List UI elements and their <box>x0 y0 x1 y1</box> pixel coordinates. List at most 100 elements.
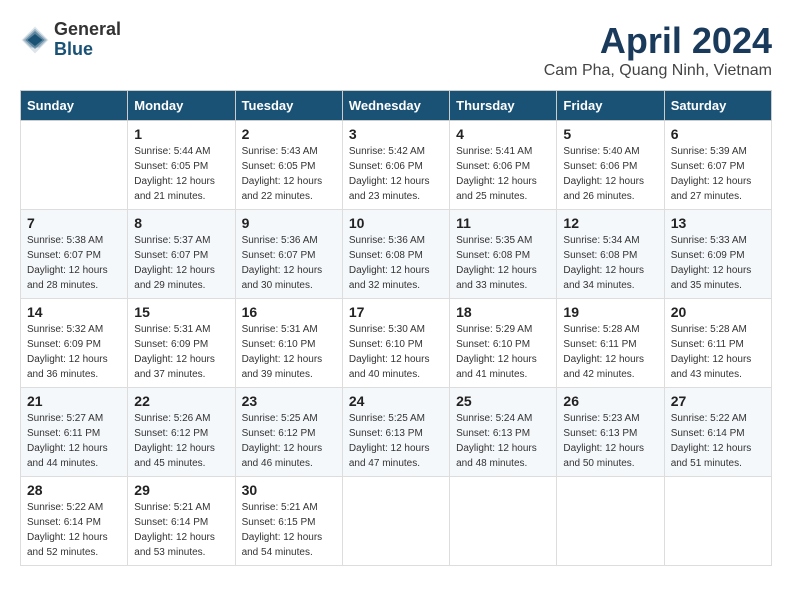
calendar-day-cell: 28 Sunrise: 5:22 AM Sunset: 6:14 PM Dayl… <box>21 477 128 566</box>
calendar-day-cell: 18 Sunrise: 5:29 AM Sunset: 6:10 PM Dayl… <box>450 299 557 388</box>
calendar-day-cell: 22 Sunrise: 5:26 AM Sunset: 6:12 PM Dayl… <box>128 388 235 477</box>
day-number: 8 <box>134 215 228 231</box>
sunrise: Sunrise: 5:41 AM <box>456 146 532 157</box>
sunset: Sunset: 6:08 PM <box>563 250 637 261</box>
daylight: Daylight: 12 hours and 51 minutes. <box>671 443 752 469</box>
calendar-day-cell: 4 Sunrise: 5:41 AM Sunset: 6:06 PM Dayli… <box>450 121 557 210</box>
daylight: Daylight: 12 hours and 34 minutes. <box>563 265 644 291</box>
calendar-day-cell: 13 Sunrise: 5:33 AM Sunset: 6:09 PM Dayl… <box>664 210 771 299</box>
calendar-day-cell: 24 Sunrise: 5:25 AM Sunset: 6:13 PM Dayl… <box>342 388 449 477</box>
daylight: Daylight: 12 hours and 48 minutes. <box>456 443 537 469</box>
daylight: Daylight: 12 hours and 29 minutes. <box>134 265 215 291</box>
location: Cam Pha, Quang Ninh, Vietnam <box>544 62 772 80</box>
day-info: Sunrise: 5:43 AM Sunset: 6:05 PM Dayligh… <box>242 144 336 204</box>
daylight: Daylight: 12 hours and 39 minutes. <box>242 354 323 380</box>
sunrise: Sunrise: 5:32 AM <box>27 324 103 335</box>
sunset: Sunset: 6:07 PM <box>242 250 316 261</box>
calendar-day-cell: 17 Sunrise: 5:30 AM Sunset: 6:10 PM Dayl… <box>342 299 449 388</box>
day-info: Sunrise: 5:44 AM Sunset: 6:05 PM Dayligh… <box>134 144 228 204</box>
calendar-day-cell: 5 Sunrise: 5:40 AM Sunset: 6:06 PM Dayli… <box>557 121 664 210</box>
weekday-header: Saturday <box>664 91 771 121</box>
day-number: 22 <box>134 393 228 409</box>
logo-blue: Blue <box>54 40 121 60</box>
sunrise: Sunrise: 5:39 AM <box>671 146 747 157</box>
calendar-day-cell <box>342 477 449 566</box>
calendar-day-cell: 10 Sunrise: 5:36 AM Sunset: 6:08 PM Dayl… <box>342 210 449 299</box>
daylight: Daylight: 12 hours and 44 minutes. <box>27 443 108 469</box>
daylight: Daylight: 12 hours and 30 minutes. <box>242 265 323 291</box>
day-number: 19 <box>563 304 657 320</box>
day-number: 13 <box>671 215 765 231</box>
sunrise: Sunrise: 5:27 AM <box>27 413 103 424</box>
day-number: 1 <box>134 126 228 142</box>
day-info: Sunrise: 5:42 AM Sunset: 6:06 PM Dayligh… <box>349 144 443 204</box>
logo-general: General <box>54 20 121 40</box>
calendar-day-cell: 30 Sunrise: 5:21 AM Sunset: 6:15 PM Dayl… <box>235 477 342 566</box>
daylight: Daylight: 12 hours and 42 minutes. <box>563 354 644 380</box>
daylight: Daylight: 12 hours and 33 minutes. <box>456 265 537 291</box>
calendar-day-cell: 9 Sunrise: 5:36 AM Sunset: 6:07 PM Dayli… <box>235 210 342 299</box>
day-number: 14 <box>27 304 121 320</box>
day-number: 5 <box>563 126 657 142</box>
calendar-day-cell: 1 Sunrise: 5:44 AM Sunset: 6:05 PM Dayli… <box>128 121 235 210</box>
day-info: Sunrise: 5:34 AM Sunset: 6:08 PM Dayligh… <box>563 233 657 293</box>
day-number: 17 <box>349 304 443 320</box>
title-section: April 2024 Cam Pha, Quang Ninh, Vietnam <box>544 20 772 80</box>
day-info: Sunrise: 5:32 AM Sunset: 6:09 PM Dayligh… <box>27 322 121 382</box>
sunset: Sunset: 6:13 PM <box>456 428 530 439</box>
calendar-day-cell: 8 Sunrise: 5:37 AM Sunset: 6:07 PM Dayli… <box>128 210 235 299</box>
daylight: Daylight: 12 hours and 37 minutes. <box>134 354 215 380</box>
calendar-day-cell <box>21 121 128 210</box>
sunset: Sunset: 6:14 PM <box>27 517 101 528</box>
sunset: Sunset: 6:14 PM <box>134 517 208 528</box>
day-number: 20 <box>671 304 765 320</box>
calendar-day-cell: 23 Sunrise: 5:25 AM Sunset: 6:12 PM Dayl… <box>235 388 342 477</box>
weekday-header: Wednesday <box>342 91 449 121</box>
day-number: 2 <box>242 126 336 142</box>
daylight: Daylight: 12 hours and 22 minutes. <box>242 176 323 202</box>
day-number: 23 <box>242 393 336 409</box>
day-number: 15 <box>134 304 228 320</box>
daylight: Daylight: 12 hours and 50 minutes. <box>563 443 644 469</box>
day-info: Sunrise: 5:28 AM Sunset: 6:11 PM Dayligh… <box>671 322 765 382</box>
weekday-header: Monday <box>128 91 235 121</box>
sunrise: Sunrise: 5:22 AM <box>27 502 103 513</box>
day-info: Sunrise: 5:22 AM Sunset: 6:14 PM Dayligh… <box>27 500 121 560</box>
sunset: Sunset: 6:06 PM <box>563 161 637 172</box>
sunrise: Sunrise: 5:35 AM <box>456 235 532 246</box>
calendar-day-cell: 20 Sunrise: 5:28 AM Sunset: 6:11 PM Dayl… <box>664 299 771 388</box>
sunset: Sunset: 6:10 PM <box>456 339 530 350</box>
daylight: Daylight: 12 hours and 25 minutes. <box>456 176 537 202</box>
logo-text: General Blue <box>54 20 121 60</box>
day-info: Sunrise: 5:40 AM Sunset: 6:06 PM Dayligh… <box>563 144 657 204</box>
day-info: Sunrise: 5:21 AM Sunset: 6:14 PM Dayligh… <box>134 500 228 560</box>
daylight: Daylight: 12 hours and 28 minutes. <box>27 265 108 291</box>
sunset: Sunset: 6:11 PM <box>671 339 744 350</box>
day-number: 21 <box>27 393 121 409</box>
daylight: Daylight: 12 hours and 54 minutes. <box>242 532 323 558</box>
calendar-day-cell: 29 Sunrise: 5:21 AM Sunset: 6:14 PM Dayl… <box>128 477 235 566</box>
weekday-header-row: SundayMondayTuesdayWednesdayThursdayFrid… <box>21 91 772 121</box>
weekday-header: Sunday <box>21 91 128 121</box>
day-number: 24 <box>349 393 443 409</box>
day-info: Sunrise: 5:28 AM Sunset: 6:11 PM Dayligh… <box>563 322 657 382</box>
sunset: Sunset: 6:15 PM <box>242 517 316 528</box>
daylight: Daylight: 12 hours and 21 minutes. <box>134 176 215 202</box>
sunset: Sunset: 6:10 PM <box>242 339 316 350</box>
sunset: Sunset: 6:09 PM <box>134 339 208 350</box>
logo: General Blue <box>20 20 121 60</box>
daylight: Daylight: 12 hours and 41 minutes. <box>456 354 537 380</box>
sunset: Sunset: 6:07 PM <box>27 250 101 261</box>
logo-icon <box>20 25 50 55</box>
day-info: Sunrise: 5:36 AM Sunset: 6:07 PM Dayligh… <box>242 233 336 293</box>
day-number: 11 <box>456 215 550 231</box>
calendar-day-cell: 27 Sunrise: 5:22 AM Sunset: 6:14 PM Dayl… <box>664 388 771 477</box>
daylight: Daylight: 12 hours and 45 minutes. <box>134 443 215 469</box>
sunrise: Sunrise: 5:21 AM <box>134 502 210 513</box>
day-number: 9 <box>242 215 336 231</box>
sunset: Sunset: 6:07 PM <box>134 250 208 261</box>
day-number: 25 <box>456 393 550 409</box>
calendar-day-cell: 11 Sunrise: 5:35 AM Sunset: 6:08 PM Dayl… <box>450 210 557 299</box>
day-info: Sunrise: 5:31 AM Sunset: 6:10 PM Dayligh… <box>242 322 336 382</box>
day-info: Sunrise: 5:22 AM Sunset: 6:14 PM Dayligh… <box>671 411 765 471</box>
